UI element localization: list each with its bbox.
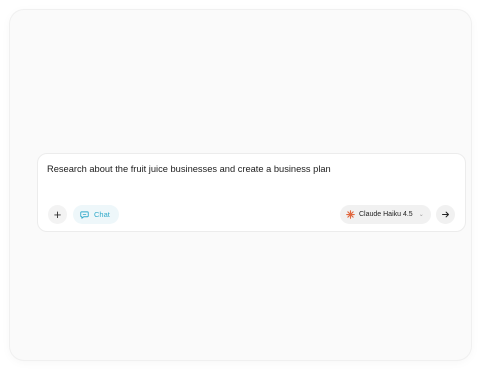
plus-icon: +: [53, 207, 62, 222]
chat-mode-button[interactable]: Chat: [73, 205, 119, 224]
chat-panel: Research about the fruit juice businesse…: [10, 10, 471, 360]
chat-bubble-icon: [80, 211, 89, 219]
prompt-composer: Research about the fruit juice businesse…: [37, 153, 466, 232]
add-attachment-button[interactable]: +: [48, 205, 67, 224]
send-button[interactable]: [436, 205, 455, 224]
model-label: Claude Haiku 4.5: [359, 211, 413, 218]
arrow-right-icon: [442, 211, 449, 218]
chat-mode-label: Chat: [94, 210, 110, 219]
model-selector[interactable]: Claude Haiku 4.5 ⌄: [340, 205, 431, 224]
claude-spark-icon: [346, 210, 355, 219]
prompt-input[interactable]: Research about the fruit juice businesse…: [47, 164, 331, 174]
chevron-down-icon: ⌄: [418, 212, 424, 218]
